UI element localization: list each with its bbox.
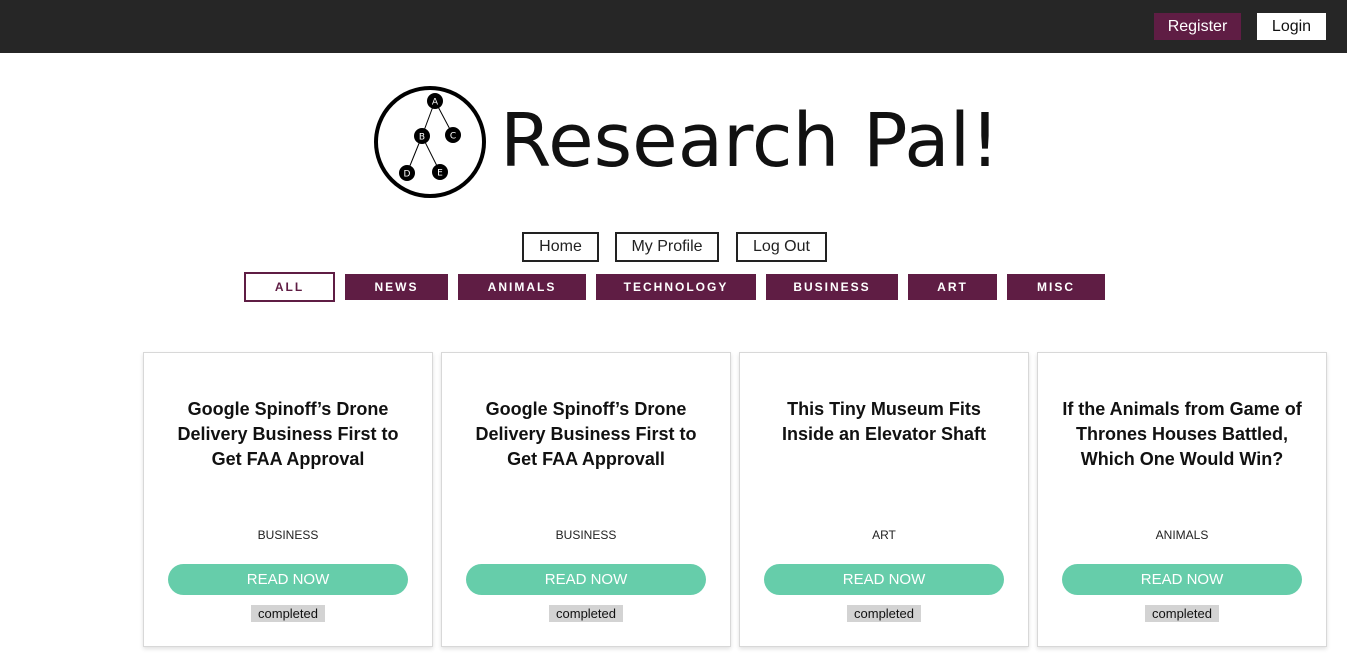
site-logo-text: Research Pal! <box>500 98 1000 184</box>
home-button[interactable]: Home <box>522 232 599 262</box>
svg-text:B: B <box>419 133 425 143</box>
register-button[interactable]: Register <box>1154 13 1241 40</box>
article-title: If the Animals from Game of Thrones Hous… <box>1062 399 1302 469</box>
tree-node-c: C <box>445 127 461 143</box>
article-card: Google Spinoff’s Drone Delivery Business… <box>143 352 433 647</box>
article-card: Google Spinoff’s Drone Delivery Business… <box>441 352 731 647</box>
svg-text:E: E <box>437 169 443 179</box>
read-now-button[interactable]: READ NOW <box>764 564 1004 595</box>
logo-tree-icon: A B C D E <box>374 86 486 198</box>
category-filter-art[interactable]: ART <box>908 274 997 300</box>
svg-text:D: D <box>404 170 411 180</box>
tree-node-d: D <box>399 165 415 181</box>
article-title: Google Spinoff’s Drone Delivery Business… <box>177 399 399 469</box>
login-button[interactable]: Login <box>1257 13 1326 40</box>
status-badge: completed <box>251 605 325 622</box>
article-card: This Tiny Museum Fits Inside an Elevator… <box>739 352 1029 647</box>
tree-node-e: E <box>432 164 448 180</box>
article-category: BUSINESS <box>257 528 319 542</box>
article-category: ART <box>872 528 896 542</box>
category-filter-news[interactable]: NEWS <box>345 274 448 300</box>
article-title: Google Spinoff’s Drone Delivery Business… <box>475 399 697 469</box>
category-filter-technology[interactable]: TECHNOLOGY <box>596 274 756 300</box>
read-now-button[interactable]: READ NOW <box>168 564 408 595</box>
category-filter-all[interactable]: ALL <box>244 272 335 302</box>
tree-node-a: A <box>427 93 443 109</box>
my-profile-button[interactable]: My Profile <box>615 232 719 262</box>
category-filter-business[interactable]: BUSINESS <box>766 274 898 300</box>
top-navbar: Register Login <box>0 0 1347 53</box>
read-now-button[interactable]: READ NOW <box>1062 564 1302 595</box>
category-filter-animals[interactable]: ANIMALS <box>458 274 586 300</box>
category-filter-misc[interactable]: MISC <box>1007 274 1105 300</box>
article-title: This Tiny Museum Fits Inside an Elevator… <box>781 399 987 444</box>
tree-node-b: B <box>414 128 430 144</box>
status-badge: completed <box>1145 605 1219 622</box>
article-category: BUSINESS <box>555 528 617 542</box>
svg-text:C: C <box>450 132 456 142</box>
status-badge: completed <box>847 605 921 622</box>
read-now-button[interactable]: READ NOW <box>466 564 706 595</box>
log-out-button[interactable]: Log Out <box>736 232 827 262</box>
status-badge: completed <box>549 605 623 622</box>
article-category: ANIMALS <box>1155 528 1209 542</box>
svg-text:A: A <box>432 98 439 108</box>
article-card: If the Animals from Game of Thrones Hous… <box>1037 352 1327 647</box>
